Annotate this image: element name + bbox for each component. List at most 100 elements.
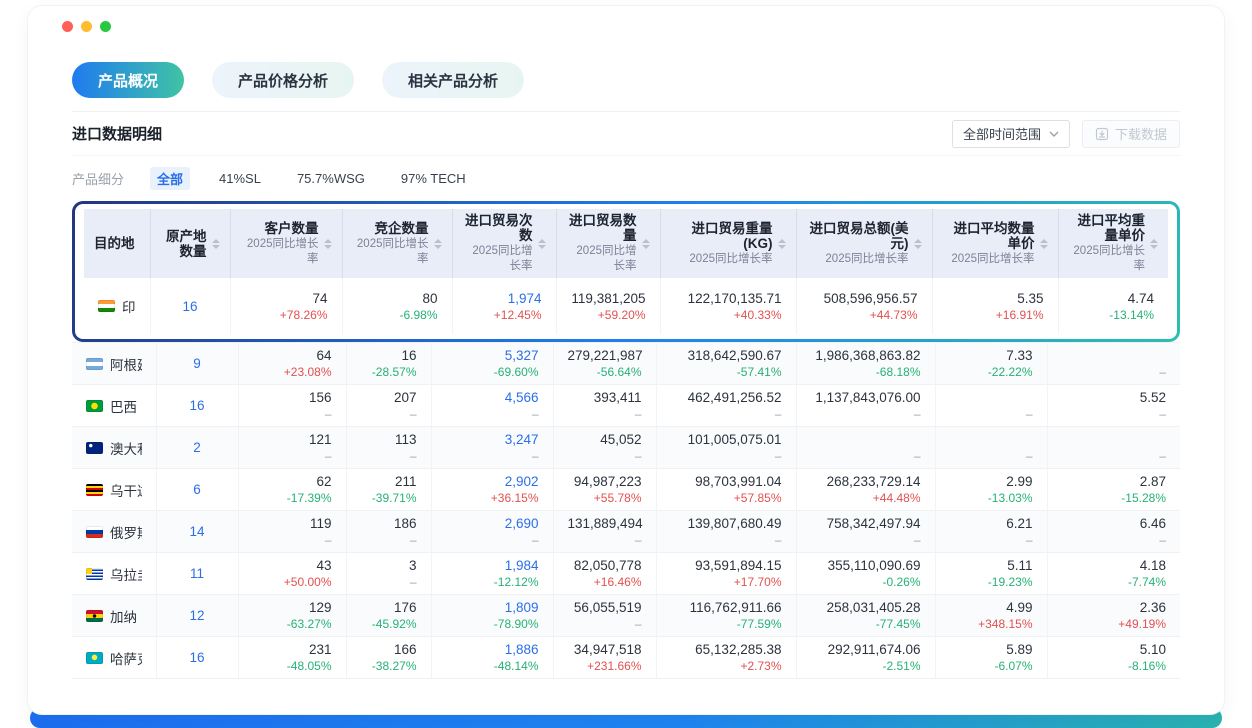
cell-value: 2: [171, 439, 224, 456]
data-cell[interactable]: 12: [156, 595, 238, 637]
table-row[interactable]: 巴西16156–207–4,566–393,411–462,491,256.52…: [72, 385, 1180, 427]
table-row[interactable]: 乌拉圭1143+50.00%3–1,984-12.12%82,050,778+1…: [72, 553, 1180, 595]
sort-icon[interactable]: [434, 239, 442, 249]
sort-icon[interactable]: [538, 239, 546, 249]
destination-cell[interactable]: 乌拉圭: [72, 553, 156, 595]
column-title: 进口贸易重量(KG): [692, 221, 773, 251]
country-flag-icon: [86, 400, 103, 412]
data-cell: 43+50.00%: [238, 553, 346, 595]
cell-growth: -78.90%: [446, 616, 539, 632]
cell-value: 758,342,497.94: [811, 515, 921, 532]
close-window-icon[interactable]: [62, 21, 73, 32]
data-cell[interactable]: 14: [156, 511, 238, 553]
table-row[interactable]: 印度1674+78.26%80-6.98%1,974+12.45%119,381…: [84, 278, 1168, 334]
cell-growth: -15.28%: [1062, 490, 1167, 506]
sort-icon[interactable]: [212, 239, 220, 249]
cell-growth: -2.51%: [811, 658, 921, 674]
data-cell[interactable]: 2,902+36.15%: [431, 469, 553, 511]
table-row[interactable]: 澳大利亚2121–113–3,247–45,052–101,005,075.01…: [72, 427, 1180, 469]
data-cell[interactable]: 1,809-78.90%: [431, 595, 553, 637]
cell-value: 129: [253, 599, 332, 616]
table-row[interactable]: 加纳12129-63.27%176-45.92%1,809-78.90%56,0…: [72, 595, 1180, 637]
data-cell[interactable]: 9: [156, 343, 238, 385]
table-row[interactable]: 阿根廷964+23.08%16-28.57%5,327-69.60%279,22…: [72, 343, 1180, 385]
data-cell: 80-6.98%: [342, 278, 452, 334]
cell-value: 2.36: [1062, 599, 1167, 616]
destination-cell[interactable]: 乌干达: [72, 469, 156, 511]
caret-down-icon: [434, 245, 442, 249]
cell-value: 5.35: [947, 290, 1044, 307]
destination-cell[interactable]: 印度: [84, 278, 150, 334]
column-title: 进口平均重量单价: [1078, 213, 1146, 243]
cell-growth: -8.16%: [1062, 658, 1167, 674]
sort-icon[interactable]: [324, 239, 332, 249]
data-cell: 74+78.26%: [230, 278, 342, 334]
data-cell[interactable]: 2,690–: [431, 511, 553, 553]
filter-option[interactable]: 41%SL: [212, 169, 268, 188]
destination-cell[interactable]: 俄罗斯: [72, 511, 156, 553]
cell-growth: -6.98%: [357, 307, 438, 323]
cell-growth: –: [446, 406, 539, 422]
country-name: 俄罗斯: [110, 522, 142, 542]
destination-cell[interactable]: 哈萨克斯坦: [72, 637, 156, 679]
data-cell[interactable]: 1,984-12.12%: [431, 553, 553, 595]
cell-growth: –: [1062, 406, 1167, 422]
cell-growth: –: [568, 616, 642, 632]
data-cell[interactable]: 4,566–: [431, 385, 553, 427]
cell-value: 292,911,674.06: [811, 641, 921, 658]
data-cell: 5.35+16.91%: [932, 278, 1058, 334]
destination-cell[interactable]: 巴西: [72, 385, 156, 427]
data-cell[interactable]: 11: [156, 553, 238, 595]
tab-item[interactable]: 产品价格分析: [212, 62, 354, 98]
time-range-select[interactable]: 全部时间范围: [952, 120, 1070, 148]
country-flag-icon: [86, 568, 103, 580]
cell-value: 16: [171, 649, 224, 666]
data-cell[interactable]: 16: [156, 637, 238, 679]
sort-icon[interactable]: [1040, 239, 1048, 249]
tab-item[interactable]: 相关产品分析: [382, 62, 524, 98]
data-cell: 119–: [238, 511, 346, 553]
data-cell[interactable]: 5,327-69.60%: [431, 343, 553, 385]
sort-icon[interactable]: [642, 239, 650, 249]
cell-value: 508,596,956.57: [811, 290, 918, 307]
table-row[interactable]: 俄罗斯14119–186–2,690–131,889,494–139,807,6…: [72, 511, 1180, 553]
table-row[interactable]: 乌干达662-17.39%211-39.71%2,902+36.15%94,98…: [72, 469, 1180, 511]
destination-cell[interactable]: 阿根廷: [72, 343, 156, 385]
cell-value: 1,974: [467, 290, 542, 307]
filter-option[interactable]: 全部: [150, 167, 190, 190]
cell-growth: –: [253, 448, 332, 464]
data-cell: 34,947,518+231.66%: [553, 637, 656, 679]
data-cell[interactable]: 3,247–: [431, 427, 553, 469]
destination-cell[interactable]: 澳大利亚: [72, 427, 156, 469]
data-cell[interactable]: 1,974+12.45%: [452, 278, 556, 334]
cell-growth: -69.60%: [446, 364, 539, 380]
minimize-window-icon[interactable]: [81, 21, 92, 32]
data-cell: 166-38.27%: [346, 637, 431, 679]
column-title: 客户数量: [265, 221, 319, 236]
cell-growth: –: [361, 448, 417, 464]
cell-growth: +44.48%: [811, 490, 921, 506]
download-data-button[interactable]: 下载数据: [1082, 120, 1180, 148]
cell-growth: -68.18%: [811, 364, 921, 380]
data-cell[interactable]: 6: [156, 469, 238, 511]
data-cell[interactable]: 16: [150, 278, 230, 334]
filter-option[interactable]: 97% TECH: [394, 169, 473, 188]
table-header-row: 目的地原产地数量客户数量2025同比增长率竞企数量2025同比增长率进口贸易次数…: [84, 209, 1168, 278]
filter-option[interactable]: 75.7%WSG: [290, 169, 372, 188]
maximize-window-icon[interactable]: [100, 21, 111, 32]
cell-value: 4,566: [446, 389, 539, 406]
data-cell[interactable]: 1,886-48.14%: [431, 637, 553, 679]
cell-growth: -48.05%: [253, 658, 332, 674]
sort-icon[interactable]: [778, 239, 786, 249]
data-cell: –: [935, 385, 1047, 427]
sort-icon[interactable]: [1150, 239, 1158, 249]
destination-cell[interactable]: 加纳: [72, 595, 156, 637]
data-cell[interactable]: 2: [156, 427, 238, 469]
tab-item[interactable]: 产品概况: [72, 62, 184, 98]
cell-growth: –: [811, 406, 921, 422]
table-row[interactable]: 哈萨克斯坦16231-48.05%166-38.27%1,886-48.14%3…: [72, 637, 1180, 679]
cell-value: 16: [165, 298, 216, 315]
data-cell[interactable]: 16: [156, 385, 238, 427]
cell-value: 186: [361, 515, 417, 532]
sort-icon[interactable]: [914, 239, 922, 249]
